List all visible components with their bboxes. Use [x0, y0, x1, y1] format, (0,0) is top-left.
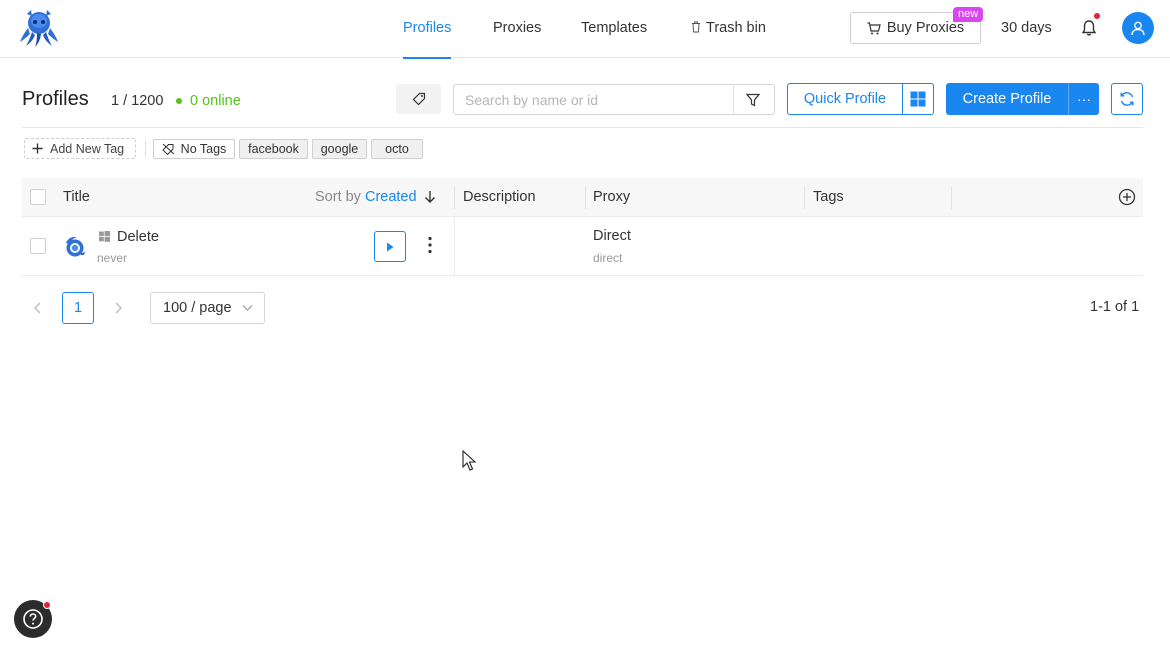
no-tag-icon [161, 143, 175, 155]
table-header: Title Sort by Created Description Proxy … [22, 178, 1143, 217]
tag-chip-no-tags-label: No Tags [180, 142, 227, 156]
tag-chip-octo[interactable]: octo [371, 139, 423, 159]
profile-name[interactable]: Delete [117, 229, 159, 245]
tab-proxies[interactable]: Proxies [493, 0, 541, 58]
windows-icon [99, 231, 110, 242]
mouse-cursor-icon [462, 450, 476, 471]
help-notification-dot [43, 601, 51, 609]
sort-control[interactable]: Sort by Created [315, 189, 436, 205]
add-column-icon[interactable] [1118, 188, 1136, 206]
tag-chip-google[interactable]: google [312, 139, 367, 159]
cart-icon [867, 21, 881, 34]
column-divider [951, 187, 952, 209]
proxy-name: Direct [593, 228, 631, 244]
online-count: 0 online [190, 93, 241, 109]
browser-icon [66, 236, 85, 257]
sort-by-label: Sort by [315, 189, 361, 205]
more-vertical-icon[interactable] [422, 235, 438, 255]
page-size-label: 100 / page [163, 300, 232, 316]
next-page-icon[interactable] [110, 299, 126, 317]
header-divider [22, 127, 1143, 128]
tab-proxies-label: Proxies [493, 20, 542, 36]
tag-row-divider [145, 141, 146, 157]
chevron-down-icon [242, 305, 253, 311]
user-avatar[interactable] [1122, 12, 1154, 44]
octopus-logo-icon[interactable] [18, 8, 60, 48]
pagination-total: 1-1 of 1 [1090, 299, 1140, 315]
start-profile-button[interactable] [374, 231, 406, 262]
subscription-days: 30 days [1001, 20, 1052, 36]
new-badge: new [953, 7, 984, 22]
os-select-button[interactable] [902, 83, 934, 115]
add-new-tag-label: Add New Tag [50, 141, 125, 156]
tab-profiles[interactable]: Profiles [403, 0, 452, 59]
search-input[interactable] [454, 85, 734, 114]
tag-chip-facebook[interactable]: facebook [239, 139, 308, 159]
windows-icon [910, 91, 926, 107]
page-title: Profiles [22, 88, 89, 110]
page-number-button[interactable]: 1 [62, 292, 94, 324]
quick-profile-button[interactable]: Quick Profile [787, 83, 903, 115]
profile-last-run: never [97, 251, 128, 265]
profile-count: 1 / 1200 [111, 93, 164, 109]
more-dots-icon: ··· [1077, 91, 1091, 107]
search-divider [733, 85, 734, 114]
bell-icon[interactable] [1081, 19, 1097, 37]
plus-icon [32, 143, 43, 154]
create-more-button[interactable]: ··· [1068, 83, 1099, 115]
filter-icon[interactable] [746, 93, 760, 107]
tab-trash-bin[interactable]: Trash bin [691, 0, 766, 58]
column-divider [585, 187, 586, 209]
prev-page-icon[interactable] [30, 299, 46, 317]
column-divider [804, 187, 805, 209]
notification-dot [1094, 13, 1100, 19]
create-profile-button[interactable]: Create Profile [946, 83, 1068, 115]
row-checkbox[interactable] [30, 238, 46, 254]
tab-trash-bin-label: Trash bin [706, 20, 766, 36]
play-icon [387, 242, 394, 251]
arrow-down-icon [424, 191, 435, 203]
column-divider [454, 217, 455, 275]
sort-field-label: Created [364, 189, 417, 205]
column-tags: Tags [813, 189, 844, 205]
proxy-type: direct [593, 251, 623, 265]
search-box [453, 84, 775, 115]
column-description: Description [463, 189, 536, 205]
page-size-select[interactable]: 100 / page [150, 292, 265, 324]
column-title: Title [63, 189, 90, 205]
table-row[interactable]: Delete never Direct direct [22, 217, 1143, 276]
question-icon [23, 609, 43, 629]
column-divider [454, 187, 455, 209]
tag-filter-button[interactable] [396, 84, 441, 114]
tab-templates[interactable]: Templates [581, 0, 647, 58]
online-status-dot [176, 98, 182, 104]
select-all-checkbox[interactable] [30, 189, 46, 205]
buy-proxies-label: Buy Proxies [886, 20, 965, 36]
tag-chip-no-tags[interactable]: No Tags [153, 139, 235, 159]
trash-icon [692, 21, 700, 33]
tag-icon [412, 92, 425, 106]
tab-templates-label: Templates [581, 20, 648, 36]
top-navigation-bar: Profiles Proxies Templates Trash bin Buy… [0, 0, 1170, 59]
user-icon [1131, 21, 1145, 35]
add-new-tag-button[interactable]: Add New Tag [24, 138, 136, 159]
tab-profiles-label: Profiles [403, 20, 452, 36]
column-proxy: Proxy [593, 189, 631, 205]
refresh-icon [1120, 92, 1134, 106]
refresh-button[interactable] [1111, 83, 1143, 115]
